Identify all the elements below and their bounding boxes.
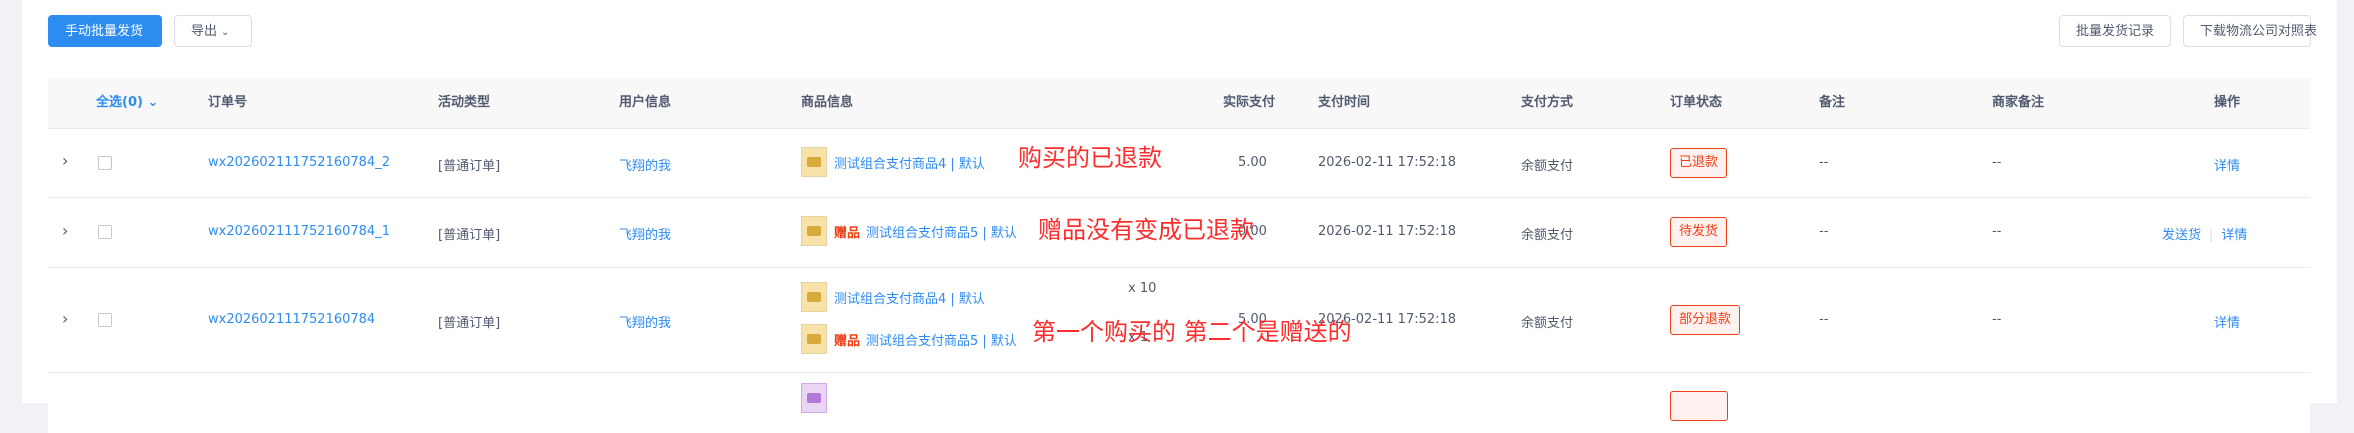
user-link[interactable]: 飞翔的我 (619, 155, 671, 174)
product-thumbnail (801, 147, 827, 177)
gift-badge: 赠品 (834, 226, 861, 241)
activity-type: [普通订单] (438, 316, 501, 331)
select-all-toggle[interactable]: 全选(0) ⌄ (96, 78, 158, 128)
header-user-info: 用户信息 (619, 95, 672, 110)
product-link[interactable]: 测试组合支付商品5 | 默认 (866, 226, 1017, 241)
actual-paid: 5.00 (1238, 155, 1267, 170)
header-activity-type: 活动类型 (438, 95, 491, 110)
gift-badge: 赠品 (834, 334, 861, 349)
header-actual-paid: 实际支付 (1223, 95, 1276, 110)
table-header: 全选(0) ⌄ 订单号 活动类型 用户信息 商品信息 实际支付 支付时间 支付方… (48, 78, 2310, 129)
header-remark: 备注 (1819, 95, 1846, 110)
merchant-remark: -- (1992, 224, 2002, 239)
order-no-link[interactable]: wx202602111752160784_2 (208, 155, 390, 170)
header-pay-method: 支付方式 (1521, 95, 1574, 110)
product-link[interactable]: 测试组合支付商品4 | 默认 (834, 288, 985, 307)
annotation-first-bought-second-gift: 第一个购买的 第二个是赠送的 (1032, 318, 1352, 346)
batch-ship-records-button[interactable]: 批量发货记录 (2059, 15, 2171, 47)
chevron-right-icon[interactable]: › (62, 223, 76, 239)
row-checkbox[interactable] (98, 156, 112, 170)
product-thumbnail (801, 324, 827, 354)
remark: -- (1819, 155, 1829, 170)
quantity: x 10 (1128, 281, 1157, 296)
detail-link[interactable]: 详情 (2221, 228, 2247, 243)
row-checkbox[interactable] (98, 313, 112, 327)
header-actions: 操作 (2214, 95, 2241, 110)
table-row: › wx202602111752160784_2 [普通订单] 飞翔的我 测试组… (48, 129, 2310, 198)
chevron-down-icon: ⌄ (142, 95, 159, 110)
batch-ship-records-label: 批量发货记录 (2076, 24, 2155, 39)
header-pay-time: 支付时间 (1318, 95, 1371, 110)
manual-batch-ship-button[interactable]: 手动批量发货 (48, 15, 162, 47)
gift-product-cell: 赠品 测试组合支付商品5 | 默认 (834, 330, 1017, 349)
product-thumbnail (801, 216, 827, 246)
order-list-panel: 手动批量发货 导出 ⌄ 批量发货记录 下载物流公司对照表 全选(0) ⌄ 订单号 … (22, 0, 2337, 433)
product-link[interactable]: 测试组合支付商品5 | 默认 (866, 334, 1017, 349)
header-product-info: 商品信息 (801, 95, 854, 110)
merchant-remark: -- (1992, 155, 2002, 170)
annotation-gift-not-refunded: 赠品没有变成已退款 (1038, 216, 1254, 244)
ship-link[interactable]: 发送货 (2162, 228, 2201, 243)
row-actions: 发送货 | 详情 (2162, 224, 2247, 243)
order-no-link[interactable]: wx202602111752160784 (208, 312, 375, 327)
download-logistics-map-button[interactable]: 下载物流公司对照表 (2183, 15, 2317, 47)
toolbar: 手动批量发货 导出 ⌄ 批量发货记录 下载物流公司对照表 (48, 15, 2317, 49)
product-link[interactable]: 测试组合支付商品4 | 默认 (834, 153, 985, 172)
detail-link[interactable]: 详情 (2214, 155, 2240, 174)
header-order-status: 订单状态 (1670, 95, 1723, 110)
download-logistics-map-label: 下载物流公司对照表 (2200, 24, 2318, 39)
pay-time: 2026-02-11 17:52:18 (1318, 224, 1457, 239)
manual-batch-ship-label: 手动批量发货 (65, 24, 144, 39)
header-merchant-remark: 商家备注 (1992, 95, 2045, 110)
table-row (48, 373, 2310, 433)
pay-method: 余额支付 (1521, 159, 1574, 174)
status-badge (1670, 391, 1728, 421)
order-no-link[interactable]: wx202602111752160784_1 (208, 224, 390, 239)
pay-method: 余额支付 (1521, 316, 1574, 331)
status-badge: 已退款 (1670, 148, 1728, 178)
row-checkbox[interactable] (98, 225, 112, 239)
chevron-right-icon[interactable]: › (62, 311, 76, 327)
pay-method: 余额支付 (1521, 228, 1574, 243)
user-link[interactable]: 飞翔的我 (619, 224, 671, 243)
detail-link[interactable]: 详情 (2214, 312, 2240, 331)
annotation-refunded: 购买的已退款 (1018, 144, 1162, 172)
action-divider: | (2209, 228, 2214, 243)
product-thumbnail (801, 282, 827, 312)
product-cell: 赠品 测试组合支付商品5 | 默认 (834, 222, 1017, 241)
user-link[interactable]: 飞翔的我 (619, 312, 671, 331)
header-order-no: 订单号 (208, 95, 248, 110)
product-thumbnail (801, 383, 827, 413)
status-badge: 部分退款 (1670, 305, 1741, 335)
chevron-down-icon: ⌄ (221, 27, 230, 38)
chevron-right-icon[interactable]: › (62, 153, 76, 169)
remark: -- (1819, 312, 1829, 327)
pay-time: 2026-02-11 17:52:18 (1318, 155, 1457, 170)
export-dropdown-button[interactable]: 导出 ⌄ (174, 15, 252, 47)
activity-type: [普通订单] (438, 228, 501, 243)
activity-type: [普通订单] (438, 159, 501, 174)
remark: -- (1819, 224, 1829, 239)
status-badge: 待发货 (1670, 217, 1728, 247)
select-all-label: 全选(0) (96, 95, 143, 110)
merchant-remark: -- (1992, 312, 2002, 327)
export-label: 导出 (191, 24, 218, 39)
